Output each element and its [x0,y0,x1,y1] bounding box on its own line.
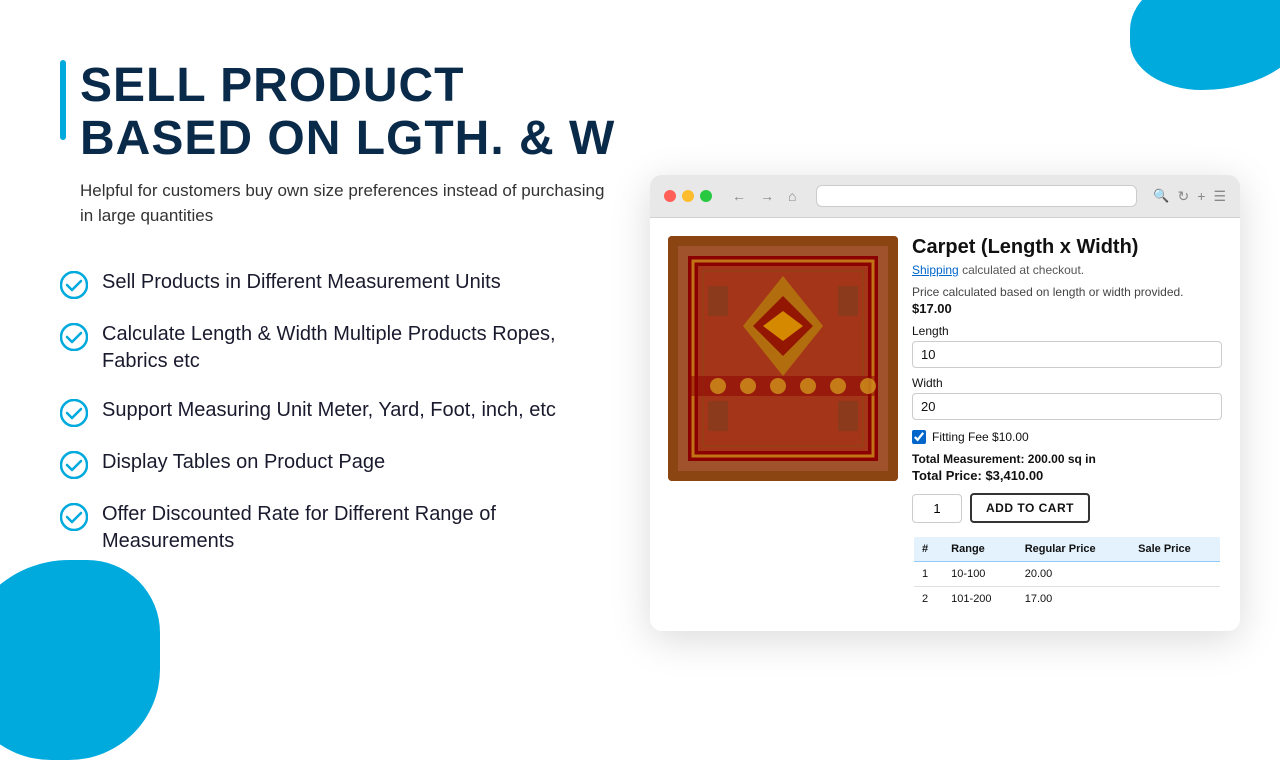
shipping-suffix: calculated at checkout. [962,263,1084,277]
more-button[interactable]: ☰ [1213,188,1226,205]
reload-button[interactable]: ↻ [1178,188,1190,205]
width-label: Width [912,376,1222,390]
length-label: Length [912,324,1222,338]
fitting-fee-row: Fitting Fee $10.00 [912,430,1222,444]
page-subtitle: Helpful for customers buy own size prefe… [80,178,620,229]
title-bar: SELL PRODUCT BASED ON LGTH. & W [60,60,620,166]
table-cell [1130,587,1221,613]
dot-yellow[interactable] [682,190,694,202]
search-icon[interactable]: 🔍 [1153,188,1169,204]
table-header-cell: Sale Price [1130,536,1221,562]
table-cell: 2 [913,587,943,613]
feature-item: Offer Discounted Rate for Different Rang… [60,501,620,555]
browser-nav: ← → ⌂ [728,186,800,206]
home-button[interactable]: ⌂ [784,186,800,206]
browser-dots [664,190,712,202]
total-price: Total Price: $3,410.00 [912,468,1222,483]
browser-mockup: ← → ⌂ 🔍 ↻ + ☰ [650,175,1240,631]
browser-actions: ↻ + ☰ [1178,188,1226,205]
price-description: Price calculated based on length or widt… [912,285,1222,299]
cart-row: ADD TO CART [912,493,1222,523]
check-icon [60,271,88,299]
shipping-link[interactable]: Shipping [912,263,959,277]
feature-item: Support Measuring Unit Meter, Yard, Foot… [60,397,620,427]
table-cell: 17.00 [1017,587,1130,613]
product-details: Carpet (Length x Width) Shipping calcula… [912,236,1222,613]
browser-toolbar: ← → ⌂ 🔍 ↻ + ☰ [650,175,1240,218]
page-title: SELL PRODUCT BASED ON LGTH. & W [80,60,620,166]
fitting-fee-checkbox[interactable] [912,430,926,444]
add-to-cart-button[interactable]: ADD TO CART [970,493,1090,523]
decorative-blob-top-right [1130,0,1280,90]
feature-item: Calculate Length & Width Multiple Produc… [60,321,620,375]
table-cell: 20.00 [1017,562,1130,587]
table-cell [1130,562,1221,587]
forward-button[interactable]: → [756,186,778,206]
title-accent [60,60,66,140]
feature-text: Support Measuring Unit Meter, Yard, Foot… [102,397,556,424]
length-input[interactable] [912,341,1222,368]
dot-green[interactable] [700,190,712,202]
width-input[interactable] [912,393,1222,420]
feature-text: Offer Discounted Rate for Different Rang… [102,501,620,555]
fitting-fee-label: Fitting Fee $10.00 [932,430,1029,444]
table-cell: 101-200 [943,587,1017,613]
dot-red[interactable] [664,190,676,202]
decorative-blob-bottom-left [0,560,160,760]
price-value: $17.00 [912,301,1222,316]
table-header-cell: # [913,536,943,562]
check-icon [60,323,88,351]
browser-content: Carpet (Length x Width) Shipping calcula… [650,218,1240,631]
check-icon [60,503,88,531]
table-row: 110-10020.00 [913,562,1221,587]
price-table-header: #RangeRegular PriceSale Price [913,536,1221,562]
add-tab-button[interactable]: + [1197,188,1205,205]
table-row: 2101-20017.00 [913,587,1221,613]
price-table: #RangeRegular PriceSale Price 110-10020.… [912,535,1222,613]
features-list: Sell Products in Different Measurement U… [60,269,620,555]
product-title: Carpet (Length x Width) [912,236,1222,259]
address-bar[interactable] [816,185,1137,207]
table-cell: 10-100 [943,562,1017,587]
check-icon [60,451,88,479]
price-table-body: 110-10020.002101-20017.00 [913,562,1221,613]
quantity-input[interactable] [912,494,962,523]
total-measurement: Total Measurement: 200.00 sq in [912,452,1222,466]
product-image [668,236,898,481]
feature-text: Display Tables on Product Page [102,449,385,476]
table-header-cell: Regular Price [1017,536,1130,562]
left-section: SELL PRODUCT BASED ON LGTH. & W Helpful … [60,60,620,555]
table-header-row: #RangeRegular PriceSale Price [913,536,1221,562]
table-cell: 1 [913,562,943,587]
back-button[interactable]: ← [728,186,750,206]
check-icon [60,399,88,427]
feature-item: Display Tables on Product Page [60,449,620,479]
shipping-info: Shipping calculated at checkout. [912,263,1222,277]
feature-text: Calculate Length & Width Multiple Produc… [102,321,620,375]
table-header-cell: Range [943,536,1017,562]
feature-text: Sell Products in Different Measurement U… [102,269,501,296]
feature-item: Sell Products in Different Measurement U… [60,269,620,299]
